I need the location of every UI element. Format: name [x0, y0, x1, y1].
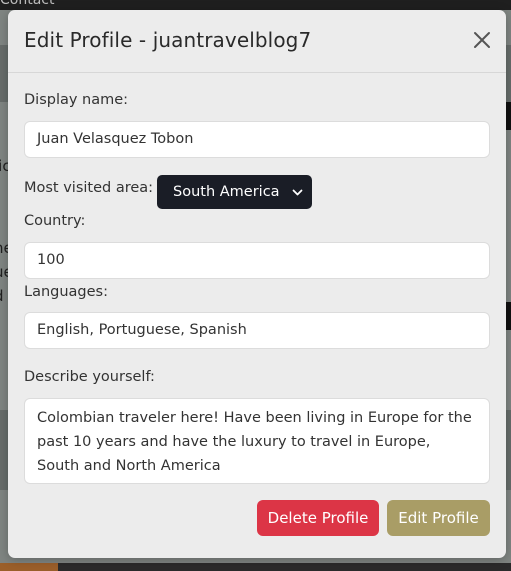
- background-navbar: Contact: [0, 0, 511, 10]
- area-select[interactable]: South America: [157, 175, 312, 209]
- edit-profile-modal: Edit Profile - juantravelblog7 Display n…: [8, 10, 506, 558]
- background-footer-accent: [0, 563, 58, 571]
- describe-textarea[interactable]: Colombian traveler here! Have been livin…: [24, 398, 490, 484]
- nav-link-contact[interactable]: Contact: [0, 0, 54, 8]
- close-button[interactable]: [472, 30, 492, 50]
- display-name-label: Display name:: [24, 92, 129, 108]
- languages-input[interactable]: English, Portuguese, Spanish: [24, 312, 490, 349]
- background-footer: [0, 563, 511, 571]
- chevron-down-icon: [292, 189, 303, 196]
- close-icon: [474, 32, 490, 48]
- delete-profile-button[interactable]: Delete Profile: [257, 500, 379, 536]
- display-name-input[interactable]: Juan Velasquez Tobon: [24, 121, 490, 158]
- languages-label: Languages:: [24, 284, 108, 300]
- edit-profile-button[interactable]: Edit Profile: [387, 500, 490, 536]
- background-text: d: [0, 285, 4, 308]
- country-input[interactable]: 100: [24, 242, 490, 279]
- area-select-value: South America: [173, 184, 280, 200]
- describe-label: Describe yourself:: [24, 369, 155, 385]
- country-label: Country:: [24, 213, 86, 229]
- area-label: Most visited area:: [24, 180, 154, 196]
- modal-header: Edit Profile - juantravelblog7: [8, 10, 506, 73]
- modal-title: Edit Profile - juantravelblog7: [24, 28, 312, 52]
